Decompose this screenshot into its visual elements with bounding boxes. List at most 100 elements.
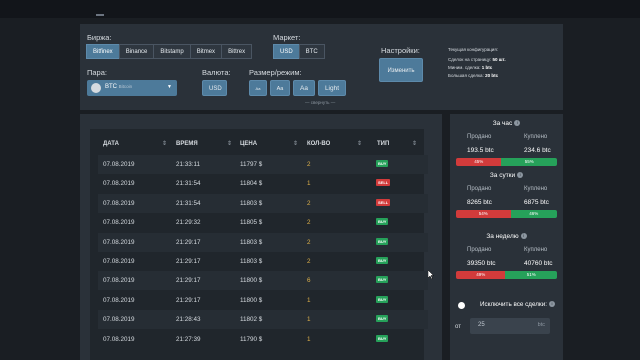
type-badge: SELL xyxy=(376,179,391,187)
market-label: Маркет: xyxy=(273,33,301,42)
light-mode-button[interactable]: Light xyxy=(318,80,346,96)
column-qty[interactable]: КОЛ-ВО xyxy=(307,141,330,147)
exchange-option-bitmex[interactable]: Bitmex xyxy=(189,44,223,59)
market-option-btc[interactable]: BTC xyxy=(298,44,325,59)
cell-qty: 2 xyxy=(307,199,311,207)
size-option-large[interactable]: Aa xyxy=(293,80,315,96)
bought-value: 40760 btc xyxy=(524,260,553,267)
table-row[interactable]: 07.08.2019 21:29:32 11805 $ 2 BUY xyxy=(98,213,428,232)
cell-date: 07.08.2019 xyxy=(103,277,135,285)
info-icon[interactable]: i xyxy=(520,233,527,240)
exchange-option-bitstamp[interactable]: Bitstamp xyxy=(153,44,191,59)
table-row[interactable]: 07.08.2019 21:28:43 11802 $ 1 BUY xyxy=(98,310,428,330)
exclude-from-value: 25 xyxy=(478,322,485,328)
column-price[interactable]: ЦЕНА xyxy=(240,141,257,147)
table-row[interactable]: 07.08.2019 21:33:11 11797 $ 2 BUY xyxy=(98,155,428,174)
config-per-page-value: 50 шт. xyxy=(492,57,506,62)
cell-price: 11802 $ xyxy=(240,316,263,324)
exclude-trades: Исключить все сделки: i xyxy=(480,301,555,308)
exclude-label: Исключить все сделки: xyxy=(480,301,547,308)
config-per-page: Сделок на страницу: 50 шт. xyxy=(448,57,506,62)
info-icon[interactable]: i xyxy=(548,301,555,308)
cell-time: 21:31:54 xyxy=(176,180,201,188)
column-time[interactable]: ВРЕМЯ xyxy=(176,141,198,147)
exchange-option-bitfinex[interactable]: Bitfinex xyxy=(86,44,120,59)
market-selector: USD BTC xyxy=(273,44,325,59)
type-badge: BUY xyxy=(376,237,389,245)
bitcoin-icon xyxy=(91,83,101,93)
ratio-bar: 49% 51% xyxy=(456,271,557,279)
cell-time: 21:29:32 xyxy=(176,219,201,227)
change-settings-button[interactable]: Изменить xyxy=(379,58,423,82)
sold-label: Продано xyxy=(467,186,492,192)
cell-qty: 2 xyxy=(307,238,311,246)
currency-button[interactable]: USD xyxy=(202,80,227,96)
column-type[interactable]: ТИП xyxy=(377,141,389,147)
stat-title-text: За час xyxy=(492,120,513,127)
sort-icon[interactable]: ⇕ xyxy=(412,140,417,147)
sold-value: 193.5 btc xyxy=(467,147,494,154)
size-option-small[interactable]: Aa xyxy=(249,80,267,96)
sell-ratio: 49% xyxy=(456,271,506,279)
sort-icon[interactable]: ⇕ xyxy=(357,140,362,147)
sold-value: 39350 btc xyxy=(467,260,496,267)
exclude-from-input[interactable]: 25 btc xyxy=(470,318,550,334)
bought-value: 6875 btc xyxy=(524,199,549,206)
cell-price: 11790 $ xyxy=(240,335,263,343)
sort-icon[interactable]: ⇕ xyxy=(227,140,232,147)
exclude-toggle[interactable] xyxy=(458,302,465,309)
size-option-medium[interactable]: Aa xyxy=(270,80,290,96)
cell-date: 07.08.2019 xyxy=(103,258,135,265)
cell-price: 11800 $ xyxy=(240,296,263,304)
cell-date: 07.08.2019 xyxy=(103,199,135,207)
type-badge: BUY xyxy=(376,160,389,167)
column-date[interactable]: ДАТА xyxy=(103,141,119,147)
cell-price: 11803 $ xyxy=(240,238,263,246)
info-icon[interactable]: i xyxy=(514,120,521,127)
table-row[interactable]: 07.08.2019 21:29:17 11800 $ 1 BUY xyxy=(98,291,428,310)
table-row[interactable]: 07.08.2019 21:29:17 11800 $ 6 BUY xyxy=(98,271,428,291)
cell-date: 07.08.2019 xyxy=(103,180,135,188)
exchange-option-binance[interactable]: Binance xyxy=(118,44,155,59)
cell-price: 11805 $ xyxy=(240,219,263,227)
cell-date: 07.08.2019 xyxy=(103,219,135,227)
size-mode-selector: Aa Aa Aa Light xyxy=(249,80,349,96)
bought-value: 234.6 btc xyxy=(524,147,551,154)
sort-icon[interactable]: ⇕ xyxy=(293,140,298,147)
sort-icon[interactable]: ⇕ xyxy=(162,140,167,147)
ratio-bar: 45% 55% xyxy=(456,158,557,166)
cell-time: 21:27:39 xyxy=(176,335,201,343)
cell-time: 21:33:11 xyxy=(176,161,201,168)
stat-title: За неделю i xyxy=(450,233,563,240)
cell-date: 07.08.2019 xyxy=(103,296,135,304)
stat-title-text: За неделю xyxy=(486,233,519,240)
buy-ratio: 46% xyxy=(510,210,557,218)
market-option-usd[interactable]: USD xyxy=(273,44,300,59)
collapse-toggle[interactable]: — свернуть — xyxy=(305,100,335,105)
cell-date: 07.08.2019 xyxy=(103,238,135,246)
stat-title: За сутки i xyxy=(450,172,563,179)
table-row[interactable]: 07.08.2019 21:29:17 11803 $ 2 BUY xyxy=(98,252,428,271)
info-icon[interactable]: i xyxy=(517,172,524,179)
table-row[interactable]: 07.08.2019 21:29:17 11803 $ 2 BUY xyxy=(98,232,428,252)
type-badge: BUY xyxy=(376,334,389,342)
type-badge: BUY xyxy=(376,257,389,264)
exchange-option-bittrex[interactable]: Bittrex xyxy=(221,44,253,59)
buy-ratio: 55% xyxy=(501,158,557,166)
config-per-page-label: Сделок на страницу: xyxy=(448,57,492,62)
cell-price: 11800 $ xyxy=(240,277,263,285)
cell-date: 07.08.2019 xyxy=(103,316,135,324)
cell-time: 21:29:17 xyxy=(176,296,201,304)
table-row[interactable]: 07.08.2019 21:27:39 11790 $ 1 BUY xyxy=(98,330,428,349)
bought-label: Куплено xyxy=(524,247,548,253)
sold-value: 8265 btc xyxy=(467,199,492,206)
type-badge: BUY xyxy=(376,276,389,284)
config-min-label: Миним. сделка: xyxy=(448,65,481,70)
stat-title: За час i xyxy=(450,120,563,127)
table-row[interactable]: 07.08.2019 21:31:54 11804 $ 1 SELL xyxy=(98,174,428,193)
cell-price: 11797 $ xyxy=(240,161,263,168)
table-row[interactable]: 07.08.2019 21:31:54 11803 $ 2 SELL xyxy=(98,193,428,213)
config-min-value: 1 btc xyxy=(481,65,493,70)
sell-ratio: 54% xyxy=(456,210,511,218)
pair-select[interactable]: BTC Bitcoin ▼ xyxy=(87,80,177,96)
